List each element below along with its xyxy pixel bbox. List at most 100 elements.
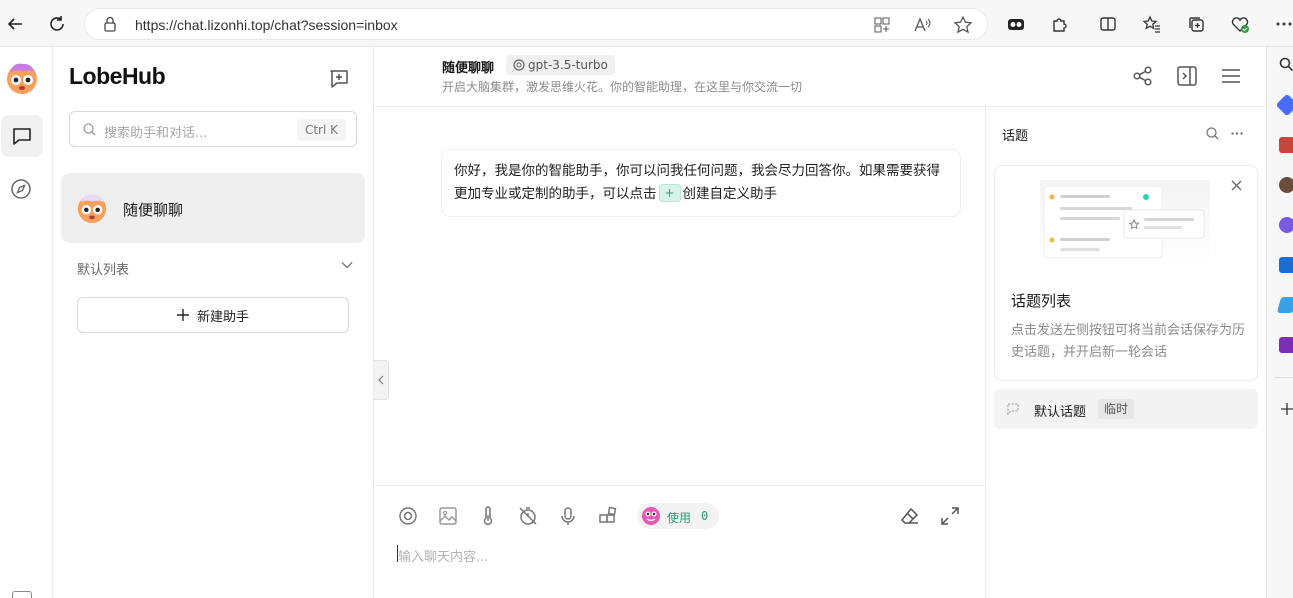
share-button[interactable] xyxy=(1130,63,1156,89)
default-topic-label: 默认话题 xyxy=(1034,405,1087,420)
new-chat-button[interactable] xyxy=(326,66,352,92)
nav-discover-button[interactable] xyxy=(8,176,34,202)
address-url: https://chat.lizonhi.top/chat?session=in… xyxy=(135,17,398,33)
menu-button[interactable] xyxy=(1218,63,1244,89)
toggle-ext-icon xyxy=(1008,19,1024,30)
back-arrow-icon xyxy=(7,18,22,30)
microphone-icon xyxy=(561,507,575,525)
chat-input-area: 使用 0 输入聊天内容... xyxy=(374,485,985,598)
lock-icon xyxy=(104,16,116,32)
close-card-icon[interactable] xyxy=(1231,180,1242,191)
toggle-topic-panel-button[interactable] xyxy=(1174,63,1200,89)
compass-icon xyxy=(11,179,31,199)
edge-divider xyxy=(1275,377,1293,378)
avatar-emoji-icon xyxy=(7,63,37,94)
browser-essentials-button[interactable] xyxy=(1228,12,1252,36)
favorite-star-icon[interactable] xyxy=(953,15,973,35)
temperature-button[interactable] xyxy=(476,504,500,528)
model-name: gpt-3.5-turbo xyxy=(528,58,608,72)
back-button[interactable] xyxy=(0,9,30,39)
hamburger-menu-icon xyxy=(1222,69,1240,83)
search-shortcut: Ctrl K xyxy=(296,119,346,141)
token-label: 使用 xyxy=(667,511,692,525)
chat-title: 随便聊聊 xyxy=(442,61,495,76)
topic-card-description: 点击发送左侧按钮可将当前会话保存为历史话题，并开启新一轮会话 xyxy=(1011,323,1246,360)
chat-bubble-icon xyxy=(13,128,31,145)
search-input[interactable]: 搜索助手和对话... Ctrl K xyxy=(69,111,357,147)
settings-more-button[interactable] xyxy=(1272,12,1293,36)
plugins-button[interactable] xyxy=(596,504,620,528)
refresh-icon xyxy=(50,16,64,31)
topic-card-title: 话题列表 xyxy=(1011,292,1072,310)
chat-input[interactable]: 输入聊天内容... xyxy=(398,546,488,565)
edge-add-icon[interactable] xyxy=(1281,403,1293,415)
search-icon xyxy=(83,123,96,136)
collapse-sidebar-handle[interactable] xyxy=(374,360,389,400)
read-aloud-icon[interactable] xyxy=(913,16,931,34)
favorites-button[interactable] xyxy=(1140,12,1164,36)
edge-shopping-icon[interactable] xyxy=(1275,93,1293,117)
address-bar[interactable]: https://chat.lizonhi.top/chat?session=in… xyxy=(84,8,988,40)
temporary-badge: 临时 xyxy=(1098,399,1135,419)
session-item-inbox[interactable]: 随便聊聊 xyxy=(61,173,365,243)
edge-tools-icon[interactable] xyxy=(1279,137,1293,153)
split-screen-button[interactable] xyxy=(1096,12,1120,36)
new-message-icon xyxy=(330,70,348,88)
edge-games-icon[interactable] xyxy=(1279,177,1293,193)
puzzle-icon xyxy=(1053,18,1067,32)
expand-input-button[interactable] xyxy=(938,504,962,528)
refresh-button[interactable] xyxy=(42,9,72,39)
edge-outlook-icon[interactable] xyxy=(1279,257,1293,273)
browser-edge-sidebar xyxy=(1266,47,1293,598)
browser-toolbar: https://chat.lizonhi.top/chat?session=in… xyxy=(0,0,1293,47)
chat-main: 随便聊聊 gpt-3.5-turbo 开启大脑集群，激发思维火花。你的智能助理，… xyxy=(374,47,1266,598)
collections-icon xyxy=(1189,17,1204,32)
group-label[interactable]: 默认列表 xyxy=(77,259,129,278)
app-rail xyxy=(0,47,53,598)
blocks-icon xyxy=(599,506,617,523)
session-name: 随便聊聊 xyxy=(123,201,184,219)
model-tag[interactable]: gpt-3.5-turbo xyxy=(506,55,615,75)
eraser-icon xyxy=(900,507,919,524)
assistant-avatar-icon xyxy=(77,194,107,224)
edge-search-icon[interactable] xyxy=(1279,57,1293,71)
model-settings-button[interactable] xyxy=(396,504,420,528)
assistant-message: 你好，我是你的智能助手，你可以问我任何问题，我会尽力回答你。如果需要获得更加专业… xyxy=(442,150,960,216)
smiley-emoji-icon xyxy=(642,507,660,525)
image-icon xyxy=(439,507,457,525)
extension-icon-1[interactable] xyxy=(1004,12,1028,36)
timer-off-icon xyxy=(519,507,537,525)
thermometer-icon xyxy=(483,506,493,526)
collections-button[interactable] xyxy=(1184,12,1208,36)
message-plus-icon: + xyxy=(658,184,681,202)
user-avatar[interactable] xyxy=(4,59,40,95)
extensions-button[interactable] xyxy=(1048,12,1072,36)
clear-chat-button[interactable] xyxy=(898,504,922,528)
upload-image-button[interactable] xyxy=(436,504,460,528)
topic-more-icon[interactable] xyxy=(1231,132,1243,135)
token-usage-pill[interactable]: 使用 0 xyxy=(637,503,719,529)
edge-drop-icon[interactable] xyxy=(1276,297,1293,313)
brand-logo: LobeHub xyxy=(69,63,166,89)
more-dots-icon xyxy=(1276,22,1292,26)
new-assistant-button[interactable]: 新建助手 xyxy=(77,297,349,333)
history-count-button[interactable] xyxy=(516,504,540,528)
search-placeholder: 搜索助手和对话... xyxy=(104,126,208,141)
chat-header: 随便聊聊 gpt-3.5-turbo 开启大脑集群，激发思维火花。你的智能助理，… xyxy=(374,47,1266,107)
session-panel: LobeHub 搜索助手和对话... Ctrl K 随便聊聊 默认列表 新建助手 xyxy=(53,47,374,598)
edge-onenote-icon[interactable] xyxy=(1279,337,1293,353)
edge-copilot-icon[interactable] xyxy=(1279,217,1293,233)
nav-chat-button[interactable] xyxy=(1,115,43,157)
app-available-icon[interactable] xyxy=(873,16,891,34)
topic-guide-card: 话题列表 点击发送左侧按钮可将当前会话保存为历史话题，并开启新一轮会话 xyxy=(994,165,1258,381)
github-icon-partial[interactable] xyxy=(12,591,32,598)
expand-icon xyxy=(941,507,959,525)
plus-icon xyxy=(176,309,189,321)
voice-input-button[interactable] xyxy=(556,504,580,528)
chat-description: 开启大脑集群，激发思维火花。你的智能助理，在这里与你交流一切 xyxy=(442,80,803,94)
search-topic-icon[interactable] xyxy=(1206,127,1219,140)
split-screen-icon xyxy=(1100,17,1116,31)
share-icon xyxy=(1133,66,1152,86)
default-topic-item[interactable]: 默认话题 临时 xyxy=(994,389,1258,429)
chevron-down-icon[interactable] xyxy=(341,261,353,269)
